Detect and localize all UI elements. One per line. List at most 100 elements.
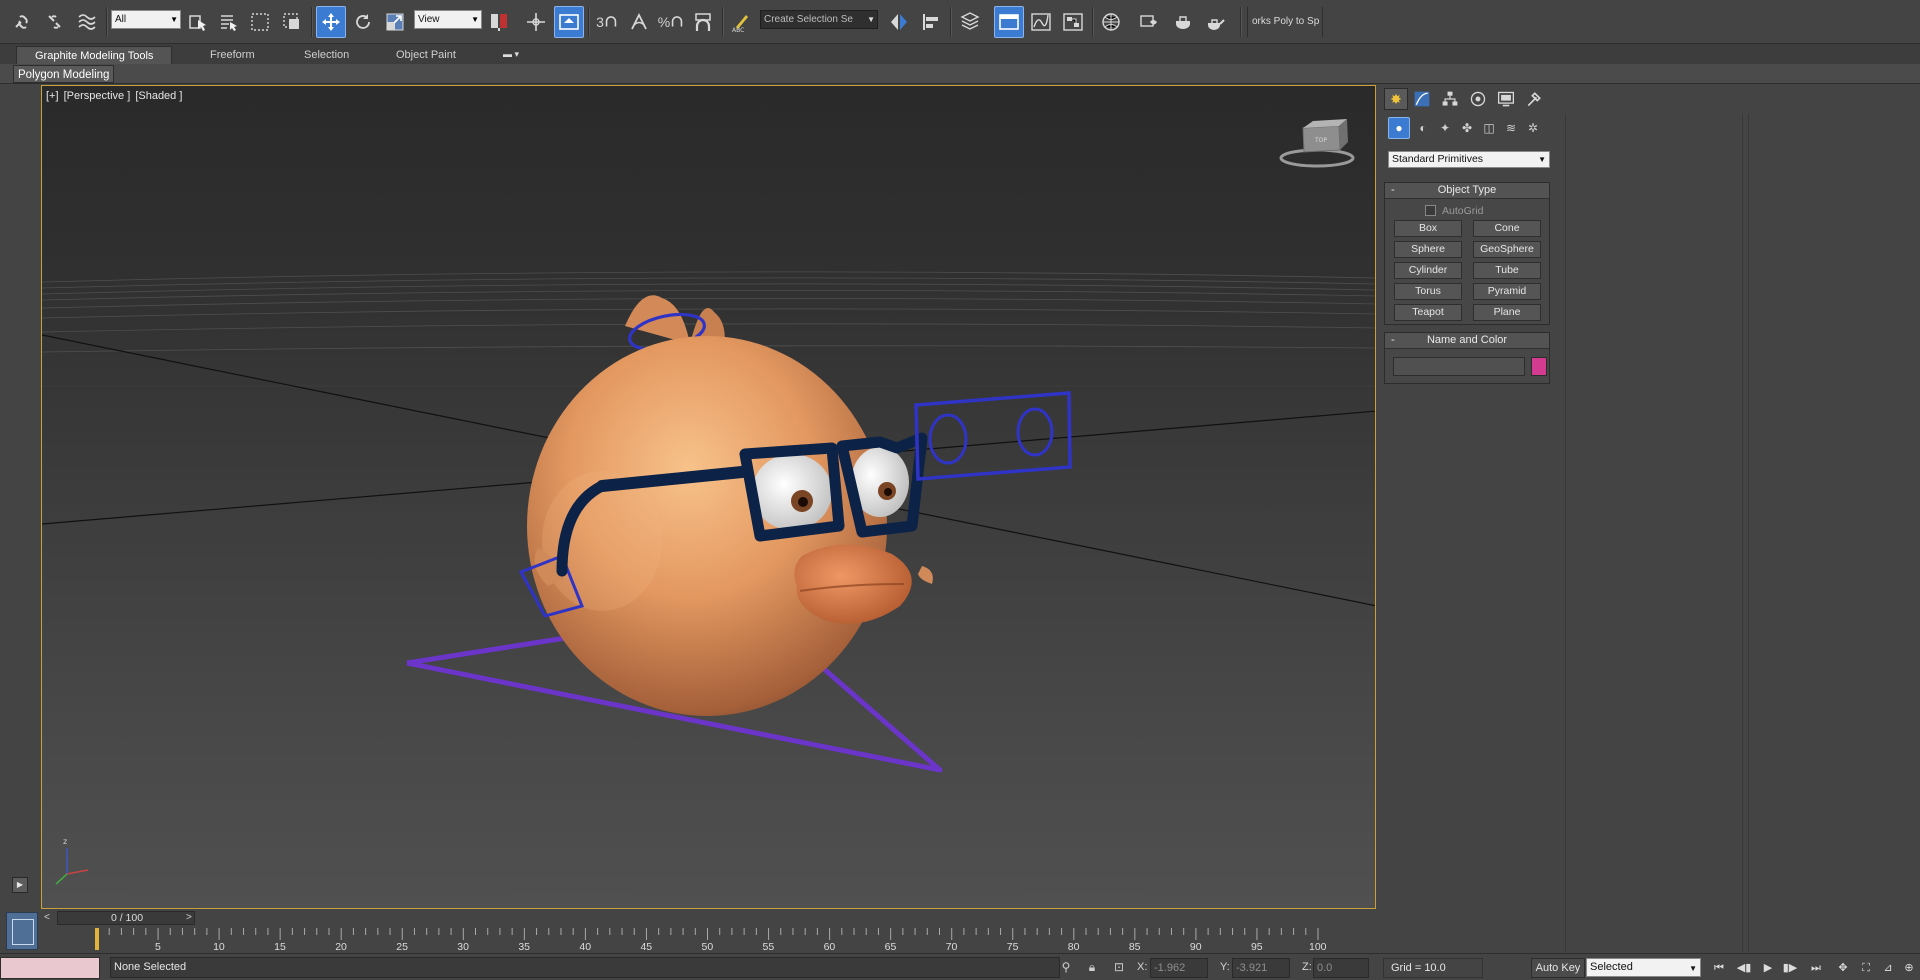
y-coord-label: Y: [1220,961,1230,973]
hierarchy-icon[interactable] [1438,88,1462,110]
create-icon[interactable]: ✸ [1384,88,1408,110]
poly-to-spline-button[interactable]: orks Poly to Sp [1247,7,1323,37]
tab-freeform[interactable]: Freeform [192,46,273,64]
geometry-icon[interactable]: ● [1388,117,1410,139]
material-editor-icon[interactable] [1096,6,1126,38]
viewport-label[interactable]: [+] [Perspective ] [Shaded ] [46,90,184,102]
go-to-end-icon[interactable]: ⏭ [1805,958,1827,978]
unlink-selection-icon[interactable] [40,6,70,38]
key-filter-dropdown[interactable]: Selected ▼ [1586,958,1701,977]
rendered-frame-window-icon[interactable] [1168,6,1198,38]
angle-snap-icon[interactable] [624,6,654,38]
pivot-center-icon[interactable] [484,6,514,38]
cameras-icon[interactable]: ✤ [1456,117,1478,139]
snaps-toggle-icon[interactable]: 3 [592,6,622,38]
lights-icon[interactable]: ✦ [1434,117,1456,139]
rollout-name-and-color-header[interactable]: - Name and Color [1385,333,1549,349]
select-by-name-icon[interactable] [214,6,244,38]
tab-selection[interactable]: Selection [286,46,367,64]
modify-icon[interactable] [1410,88,1434,110]
zoom-extents-icon[interactable]: ⛶ [1855,958,1877,978]
time-slider-next-button[interactable]: > [186,912,192,923]
toggle-ribbon-icon[interactable] [994,6,1024,38]
viewport-menu-plus[interactable]: [+] [46,90,59,102]
select-and-move-icon[interactable] [316,6,346,38]
helpers-icon[interactable]: ◫ [1478,117,1500,139]
time-slider[interactable]: < 0 / 100 > [41,910,1376,926]
perspective-viewport[interactable]: TOP z [+] [Perspective ] [Shaded ] [41,85,1376,909]
torus-button[interactable]: Torus [1394,283,1462,300]
bind-to-space-warp-icon[interactable] [72,6,102,38]
reference-coordinate-dropdown[interactable]: View ▼ [414,10,482,29]
tab-object-paint[interactable]: Object Paint [378,46,474,64]
current-frame-marker [95,928,99,950]
render-production-icon[interactable] [1200,6,1230,38]
sphere-button[interactable]: Sphere [1394,241,1462,258]
spacewarps-icon[interactable]: ≋ [1500,117,1522,139]
shapes-icon[interactable]: ◐ [1412,117,1434,139]
time-slider-prev-button[interactable]: < [44,912,50,923]
named-selection-dropdown[interactable]: Create Selection Se ▼ [760,10,878,29]
auto-key-button[interactable]: Auto Key [1531,958,1585,978]
go-to-start-icon[interactable]: ⏮ [1708,958,1730,978]
viewport-point-of-view[interactable]: [Perspective ] [64,90,131,102]
keyboard-shortcut-override-icon[interactable] [554,6,584,38]
tab-graphite-modeling-tools[interactable]: Graphite Modeling Tools [16,46,173,64]
zoom-icon[interactable]: ✥ [1832,958,1854,978]
viewcube[interactable]: TOP [1279,119,1355,168]
select-object-icon[interactable] [183,6,213,38]
box-button[interactable]: Box [1394,220,1462,237]
pin-icon[interactable]: ⚲ [1058,959,1074,975]
systems-icon[interactable]: ✲ [1522,117,1544,139]
rectangular-selection-region-icon[interactable] [245,6,275,38]
plane-button[interactable]: Plane [1473,304,1541,321]
select-and-scale-icon[interactable] [380,6,410,38]
window-crossing-icon[interactable] [277,6,307,38]
curve-editor-icon[interactable] [1026,6,1056,38]
motion-icon[interactable] [1466,88,1490,110]
cone-button[interactable]: Cone [1473,220,1541,237]
time-slider-thumb[interactable]: 0 / 100 [57,911,195,925]
schematic-view-icon[interactable] [1058,6,1088,38]
cylinder-button[interactable]: Cylinder [1394,262,1462,279]
align-icon[interactable] [916,6,946,38]
field-of-view-icon[interactable]: ⊿ [1877,958,1899,978]
category-dropdown[interactable]: Standard Primitives ▼ [1388,151,1550,168]
object-color-swatch[interactable] [1531,357,1547,376]
select-and-link-icon[interactable] [8,6,38,38]
edit-named-selection-icon[interactable]: ABC [726,6,756,38]
render-setup-icon[interactable] [1134,6,1164,38]
viewport-layout-tab[interactable] [6,912,38,950]
ribbon-options-icon[interactable]: ▬ ▾ [503,47,531,61]
select-and-manipulate-icon[interactable] [521,6,551,38]
autogrid-checkbox[interactable]: AutoGrid [1425,205,1483,217]
pyramid-button[interactable]: Pyramid [1473,283,1541,300]
viewport-shading-mode[interactable]: [Shaded ] [135,90,182,102]
next-frame-icon[interactable]: ▮▶ [1779,958,1801,978]
previous-frame-icon[interactable]: ◀▮ [1733,958,1755,978]
object-name-input[interactable] [1393,357,1525,376]
utilities-icon[interactable] [1522,88,1546,110]
tube-button[interactable]: Tube [1473,262,1541,279]
layer-manager-icon[interactable] [955,6,985,38]
panel-polygon-modeling[interactable]: Polygon Modeling [13,65,115,83]
selection-filter-dropdown[interactable]: All ▼ [111,10,181,29]
rollout-object-type-header[interactable]: - Object Type [1385,183,1549,199]
orbit-icon[interactable]: ⊕ [1898,958,1920,978]
mirror-icon[interactable] [884,6,914,38]
z-coord-field[interactable]: 0.0 [1313,958,1369,978]
percent-snap-icon[interactable]: % [656,6,686,38]
absolute-mode-icon[interactable]: ⊡ [1111,959,1127,975]
spinner-snap-icon[interactable] [688,6,718,38]
track-bar[interactable]: 5 10 15 20 25 30 35 40 45 50 55 60 65 70 75 80 85 90 95 100 [41,926,1376,953]
teapot-button[interactable]: Teapot [1394,304,1462,321]
maxscript-mini-listener[interactable] [0,957,100,979]
select-and-rotate-icon[interactable] [348,6,378,38]
selection-lock-icon[interactable]: 🔒︎ [1084,959,1100,975]
viewport-layout-play-icon[interactable]: ▶ [12,877,28,893]
x-coord-field[interactable]: -1.962 [1150,958,1208,978]
display-icon[interactable] [1494,88,1518,110]
y-coord-field[interactable]: -3.921 [1232,958,1290,978]
play-icon[interactable]: ▶ [1757,958,1779,978]
geosphere-button[interactable]: GeoSphere [1473,241,1541,258]
